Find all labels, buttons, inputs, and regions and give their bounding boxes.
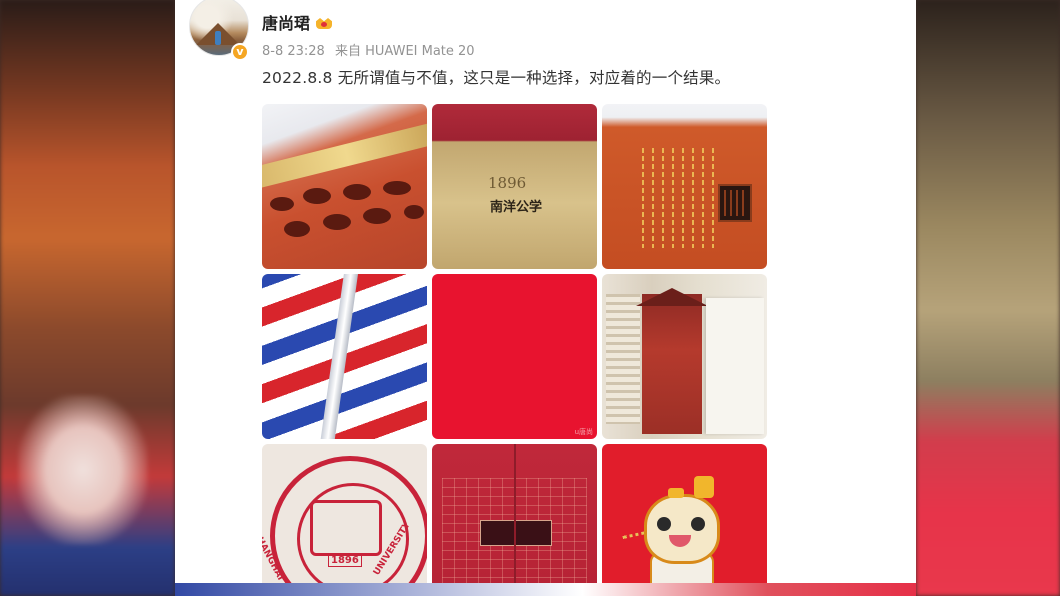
image-tile-9[interactable] — [602, 444, 767, 583]
image-tile-8[interactable] — [432, 444, 597, 583]
weibo-post-card: v 唐尚珺 8-8 23:28 来自 HUAWEI Mate 20 2022.8… — [175, 0, 916, 583]
post-time[interactable]: 8-8 23:28 — [262, 44, 325, 59]
gate-door — [480, 520, 552, 546]
image-tile-5[interactable]: u唐尚 — [432, 274, 597, 439]
seal-emblem — [310, 500, 382, 556]
tiger-ear — [694, 476, 714, 498]
post-meta: 8-8 23:28 来自 HUAWEI Mate 20 — [262, 40, 481, 59]
image-tile-3[interactable] — [602, 104, 767, 269]
building-roof — [636, 288, 708, 306]
card-year: 1896 — [488, 174, 527, 192]
crown-icon — [316, 15, 332, 29]
tiger-mark — [668, 488, 684, 498]
cutout-window — [718, 184, 752, 222]
image-tile-2[interactable]: 1896 南洋公学 — [432, 104, 597, 269]
image-tile-7[interactable]: 1896 SHANGHAI UNIVERSITY — [262, 444, 427, 583]
background-bottom-strip — [175, 583, 916, 596]
watermark: u唐尚 — [574, 428, 593, 436]
verified-badge-icon: v — [231, 43, 249, 61]
card-seam — [514, 444, 516, 583]
background-right — [916, 0, 1060, 596]
post-text: 2022.8.8 无所谓值与不值，这只是一种选择，对应着的一个结果。 — [262, 69, 731, 87]
image-tile-4[interactable] — [262, 274, 427, 439]
card-school-name: 南洋公学 — [490, 200, 543, 215]
tiger-head — [644, 494, 720, 564]
post-source: 来自 HUAWEI Mate 20 — [334, 44, 475, 59]
image-tile-1[interactable] — [262, 104, 427, 269]
background-left — [0, 0, 175, 596]
image-tile-6[interactable] — [602, 274, 767, 439]
lattice-pattern — [270, 181, 424, 237]
card-page — [706, 298, 764, 434]
seal-year: 1896 — [328, 554, 362, 567]
carved-relief — [606, 294, 640, 424]
gold-poem-text — [642, 148, 722, 248]
image-grid: 1896 南洋公学 u唐尚 1896 SHANGHAI UNIVERSITY — [262, 104, 767, 583]
building-illustration — [642, 294, 702, 434]
avatar-person — [215, 31, 221, 45]
username-row: 唐尚珺 — [262, 10, 332, 34]
username[interactable]: 唐尚珺 — [262, 10, 310, 34]
